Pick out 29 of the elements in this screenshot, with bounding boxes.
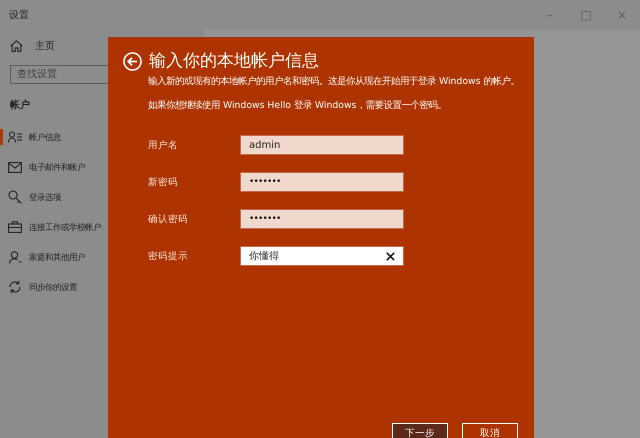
- next-button[interactable]: 下一步: [392, 423, 448, 438]
- home-link[interactable]: 主页: [10, 38, 55, 54]
- field-label: 新密码: [148, 176, 179, 188]
- person-list-icon: [8, 131, 22, 143]
- input-field[interactable]: 你懂得: [240, 246, 404, 266]
- briefcase-icon: [8, 221, 22, 233]
- nav-item[interactable]: 家庭和其他用户: [0, 249, 85, 265]
- field-label: 用户名: [148, 138, 179, 152]
- input-field[interactable]: •••••••: [240, 172, 404, 192]
- envelope-icon: [8, 162, 22, 172]
- clear-icon[interactable]: [386, 252, 395, 260]
- nav-item[interactable]: 电子邮件和帐户: [0, 159, 85, 175]
- home-icon: [10, 40, 23, 52]
- back-button[interactable]: [123, 52, 142, 70]
- nav-item[interactable]: 连接工作或学校帐户: [0, 219, 101, 235]
- key-icon: [8, 190, 22, 204]
- sync-icon: [8, 280, 22, 294]
- description-text: 如果你想继续使用 Windows Hello 登录 Windows，需要设置一个密码。: [148, 99, 448, 112]
- input-field[interactable]: •••••••: [240, 209, 404, 229]
- cancel-button[interactable]: 取消: [462, 423, 518, 438]
- window-title: 设置: [8, 8, 30, 22]
- person-icon: [8, 250, 22, 264]
- section-heading: 帐户: [10, 98, 30, 112]
- field-label: 确认密码: [148, 212, 189, 226]
- nav-item[interactable]: 同步你的设置: [0, 279, 77, 295]
- nav-item[interactable]: 登录选项: [0, 189, 61, 205]
- nav-item[interactable]: 帐户信息: [0, 129, 61, 145]
- input-field[interactable]: admin: [240, 135, 404, 155]
- field-label: 密码提示: [148, 250, 189, 262]
